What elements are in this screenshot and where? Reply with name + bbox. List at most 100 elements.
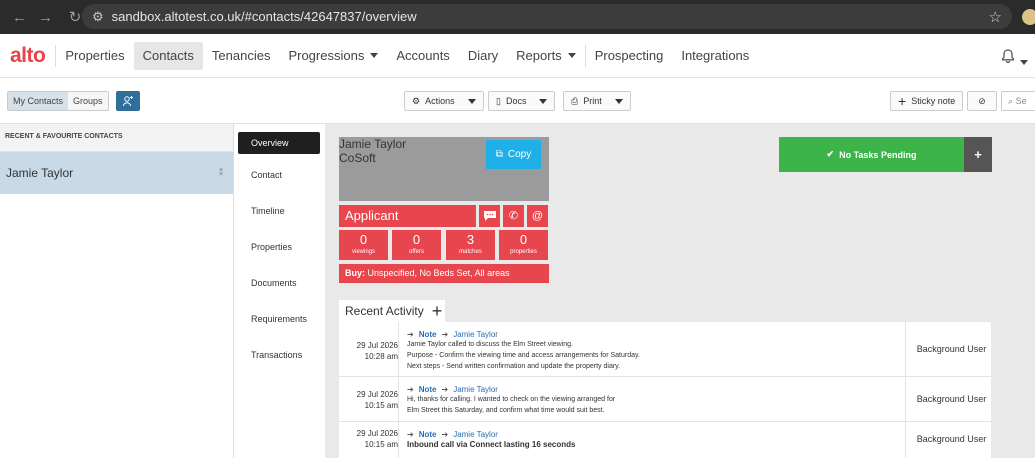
actions-label: Actions <box>425 96 455 106</box>
add-task-button[interactable]: + <box>964 137 992 172</box>
applicant-badge: Applicant <box>339 205 476 227</box>
site-info-icon[interactable]: ⚙ <box>92 9 104 25</box>
message-icon[interactable] <box>479 205 500 227</box>
stat-properties[interactable]: 0 properties <box>499 230 548 260</box>
gear-icon: ⚙ <box>412 95 421 106</box>
notifications-bell-icon[interactable] <box>1000 48 1016 67</box>
stat-label: properties <box>510 249 537 255</box>
sticky-note-button[interactable]: + Sticky note <box>890 91 964 111</box>
activity-line: Next steps - Send written confirmation a… <box>407 363 621 370</box>
copy-button[interactable]: ⧉ Copy <box>486 140 541 169</box>
profile-avatar-icon[interactable] <box>1022 9 1035 25</box>
stat-label: viewings <box>351 249 375 255</box>
activity-type[interactable]: Note <box>419 385 437 394</box>
my-contacts-toggle[interactable]: My Contacts <box>8 92 69 110</box>
stat-viewings[interactable]: 0 viewings <box>339 230 388 260</box>
copy-label: Copy <box>507 149 532 160</box>
print-dropdown[interactable]: ⎙ Print <box>563 91 631 111</box>
stat-value: 0 <box>519 232 528 247</box>
activity-line: Jamie Taylor called to discuss the Elm S… <box>407 341 573 348</box>
activity-contact-link[interactable]: Jamie Taylor <box>453 385 498 394</box>
nav-diary[interactable]: Diary <box>459 42 507 70</box>
chevron-down-icon <box>539 98 548 104</box>
hide-button[interactable]: ⊘ <box>967 91 997 111</box>
recent-activity-title: Recent Activity <box>345 304 424 318</box>
table-row[interactable]: 29 Jul 2026 10:28 am ➔ Note ➔ Jamie Tayl… <box>339 322 991 377</box>
docs-dropdown[interactable]: ▯ Docs <box>488 91 556 111</box>
add-activity-plus-icon[interactable]: + <box>432 302 443 320</box>
tab-properties[interactable]: Properties <box>238 234 320 262</box>
address-bar[interactable]: ⚙ sandbox.altotest.co.uk/#contacts/42647… <box>82 4 1012 29</box>
stat-matches[interactable]: 3 matches <box>446 230 495 260</box>
activity-date: 29 Jul 2026 10:28 am <box>339 340 398 362</box>
stat-value: 0 <box>412 232 421 247</box>
buy-requirements[interactable]: Buy: Unspecified, No Beds Set, All areas <box>339 264 549 283</box>
alto-logo[interactable]: alto <box>10 44 46 68</box>
tab-documents[interactable]: Documents <box>238 270 320 298</box>
nav-accounts[interactable]: Accounts <box>387 42 458 70</box>
activity-type[interactable]: Note <box>419 330 437 339</box>
activity-contact-link[interactable]: Jamie Taylor <box>453 430 498 439</box>
buy-label: Buy: <box>345 268 365 278</box>
activity-line: Elm Street this Saturday, and confirm wh… <box>407 407 605 414</box>
activity-heading: ➔ Note ➔ Jamie Taylor <box>407 385 905 394</box>
activity-date-day: 29 Jul 2026 <box>356 341 398 350</box>
activity-type[interactable]: Note <box>419 430 437 439</box>
eye-off-icon: ⊘ <box>978 95 986 106</box>
recent-activity-header: Recent Activity + <box>339 300 445 322</box>
activity-user: Background User <box>916 344 987 354</box>
tab-overview[interactable]: Overview <box>238 132 320 154</box>
nav-tenancies[interactable]: Tenancies <box>203 42 280 70</box>
stat-label: matches <box>459 249 482 255</box>
stat-value: 3 <box>466 232 475 247</box>
activity-contact-link[interactable]: Jamie Taylor <box>453 330 498 339</box>
arrow-right-icon: ➔ <box>407 385 414 394</box>
recent-contacts-header: RECENT & FAVOURITE CONTACTS <box>0 124 233 152</box>
recent-contact-name: Jamie Taylor <box>6 166 74 180</box>
groups-toggle[interactable]: Groups <box>68 92 108 110</box>
nav-prospecting[interactable]: Prospecting <box>586 42 673 70</box>
activity-date-day: 29 Jul 2026 <box>356 429 398 438</box>
activity-date-time: 10:15 am <box>364 440 398 449</box>
activity-body: ➔ Note ➔ Jamie Taylor Jamie Taylor calle… <box>398 322 906 376</box>
phone-icon[interactable]: ✆ <box>503 205 524 227</box>
nav-reports[interactable]: Reports <box>507 42 585 70</box>
bookmark-star-icon[interactable]: ☆ <box>989 8 1002 26</box>
actions-dropdown[interactable]: ⚙ Actions <box>404 91 484 111</box>
url-text[interactable]: sandbox.altotest.co.uk/#contacts/4264783… <box>112 9 417 24</box>
nav-properties[interactable]: Properties <box>56 42 133 70</box>
email-at-icon[interactable]: @ <box>527 205 548 227</box>
nav-integrations[interactable]: Integrations <box>672 42 758 70</box>
printer-icon: ⎙ <box>571 95 579 106</box>
tab-transactions[interactable]: Transactions <box>238 342 320 370</box>
app-navbar: alto Properties Contacts Tenancies Progr… <box>0 34 1035 78</box>
tab-contact[interactable]: Contact <box>238 162 320 190</box>
stat-offers[interactable]: 0 offers <box>392 230 441 260</box>
recent-contact-item[interactable]: Jamie Taylor ⁑ <box>0 152 233 194</box>
back-icon[interactable]: ← <box>12 9 27 26</box>
pin-icon[interactable]: ⁑ <box>219 168 223 177</box>
chevron-down-icon[interactable] <box>1020 54 1028 68</box>
reload-icon[interactable]: ↻ <box>68 8 82 26</box>
table-row[interactable]: 29 Jul 2026 10:15 am ➔ Note ➔ Jamie Tayl… <box>339 422 991 458</box>
buy-text: Unspecified, No Beds Set, All areas <box>367 268 510 278</box>
stat-value: 0 <box>359 232 368 247</box>
arrow-right-icon: ➔ <box>441 430 449 439</box>
search-input[interactable]: ⌕ Se <box>1001 91 1035 111</box>
tab-requirements[interactable]: Requirements <box>238 306 320 334</box>
nav-contacts[interactable]: Contacts <box>133 41 203 70</box>
search-placeholder: Se <box>1015 96 1027 106</box>
nav-progressions[interactable]: Progressions <box>279 42 387 70</box>
table-row[interactable]: 29 Jul 2026 10:15 am ➔ Note ➔ Jamie Tayl… <box>339 377 991 422</box>
copy-icon: ⧉ <box>495 149 503 160</box>
activity-date-day: 29 Jul 2026 <box>356 390 398 399</box>
arrow-right-icon: ➔ <box>441 330 449 339</box>
tasks-status-button[interactable]: ✔ No Tasks Pending <box>779 137 964 172</box>
contact-filter-toggle[interactable]: My Contacts Groups <box>7 91 109 111</box>
tab-timeline[interactable]: Timeline <box>238 198 320 226</box>
chevron-down-icon <box>467 98 476 104</box>
activity-heading: ➔ Note ➔ Jamie Taylor <box>407 430 905 439</box>
forward-icon[interactable]: → <box>38 9 53 26</box>
chevron-down-icon <box>614 98 623 104</box>
add-contact-button[interactable] <box>116 91 140 111</box>
